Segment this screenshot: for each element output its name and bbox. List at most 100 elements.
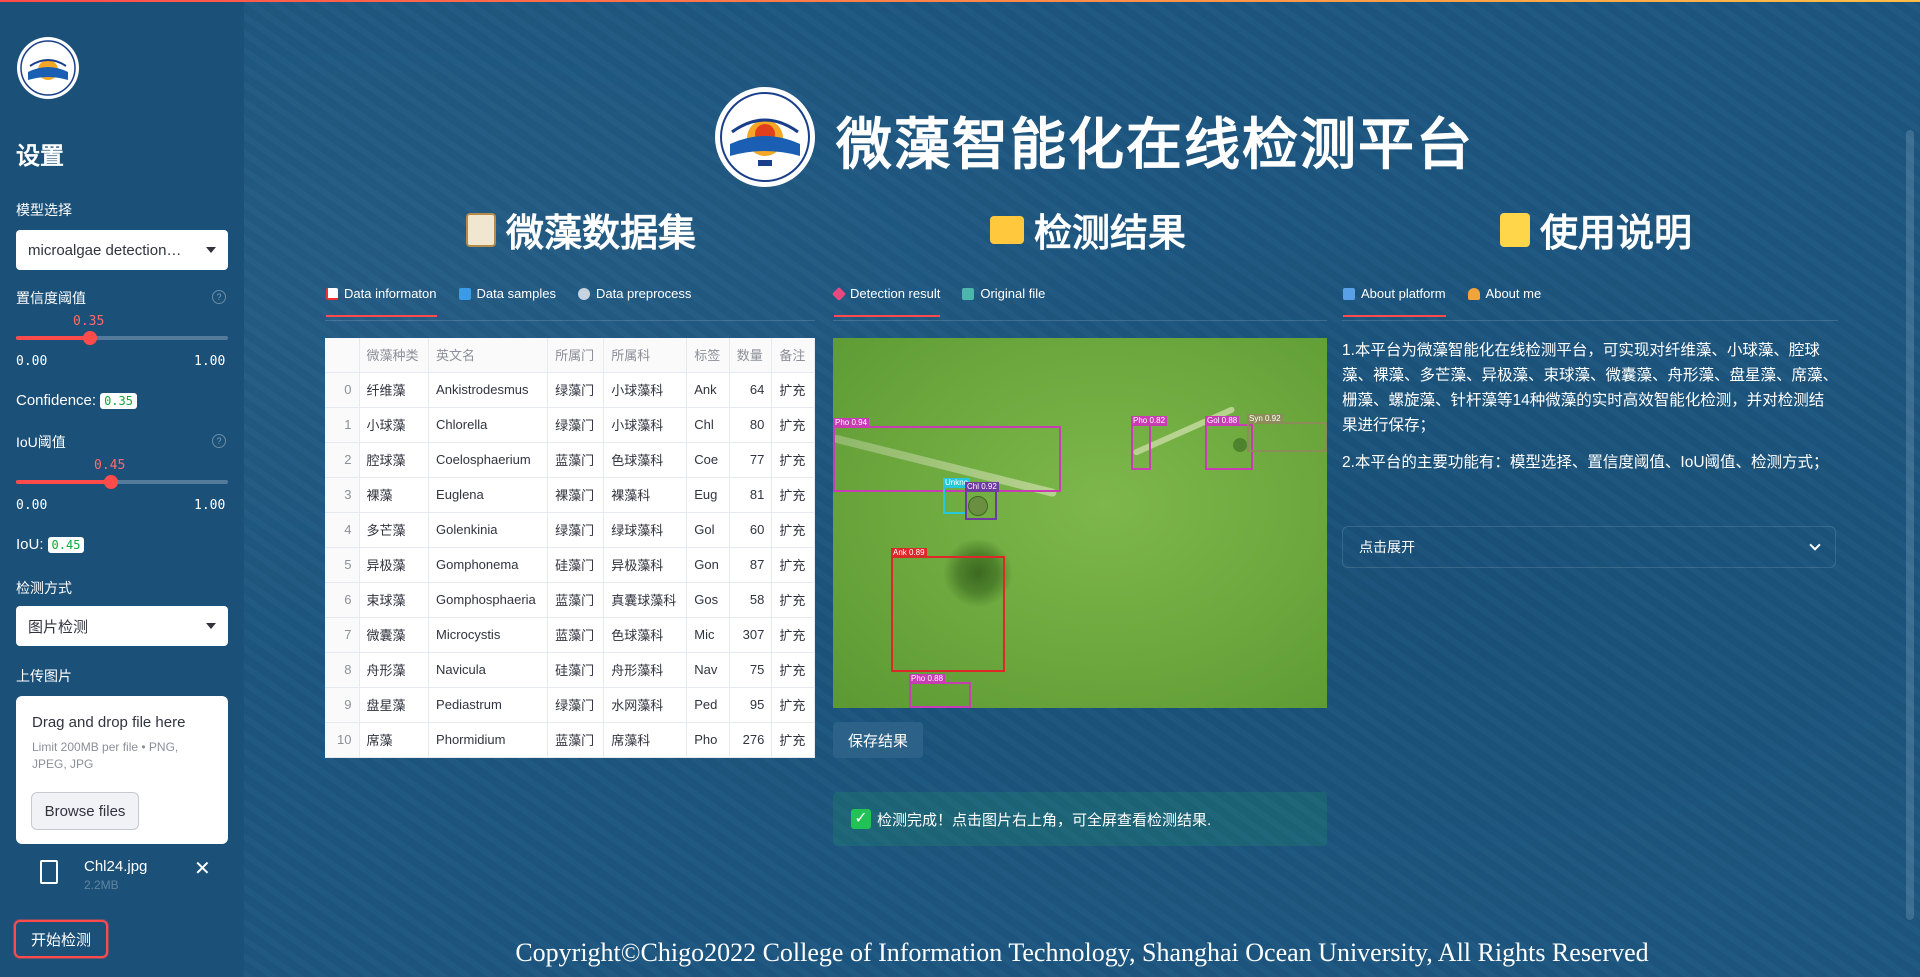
table-cell: Gol <box>686 512 730 548</box>
table-row[interactable]: 10 席藻 Phormidium 蓝藻门 席藻科 Pho 276 扩充 <box>325 722 815 758</box>
table-cell: 舟形藻科 <box>603 652 688 688</box>
browse-files-button[interactable]: Browse files <box>31 792 139 830</box>
tab-about-platform[interactable]: About platform <box>1343 286 1446 317</box>
computer-icon <box>1343 287 1355 300</box>
table-row[interactable]: 6 束球藻 Gomphosphaeria 蓝藻门 真囊球藻科 Gos 58 扩充 <box>325 582 815 618</box>
table-column-header[interactable]: 微藻种类 <box>359 338 430 373</box>
scrollbar[interactable] <box>1906 130 1914 920</box>
iou-slider[interactable] <box>16 475 228 489</box>
detection-box[interactable]: Syn 0.92 <box>1247 414 1327 452</box>
iou-slider-thumb[interactable] <box>104 475 119 489</box>
table-cell: 绿藻门 <box>547 407 605 443</box>
table-row[interactable]: 2 腔球藻 Coelosphaerium 蓝藻门 色球藻科 Coe 77 扩充 <box>325 442 815 478</box>
success-text: 检测完成！点击图片右上角，可全屏查看检测结果. <box>877 811 1212 829</box>
detection-label: Gol 0.88 <box>1205 416 1240 426</box>
table-cell: 蓝藻门 <box>547 442 605 478</box>
iou-label: IoU阈值 <box>16 434 66 450</box>
confidence-slider-fill <box>16 336 91 340</box>
dataset-table[interactable]: 微藻种类 英文名 所属门 所属科 标签 数量 备注 0 纤维藻 Ankistrodesmus 绿藻… <box>325 338 815 758</box>
table-body: 0 纤维藻 Ankistrodesmus 绿藻门 小球藻科 Ank 64 扩充 1 小球藻 Chlo… <box>325 372 815 758</box>
table-cell: 席藻科 <box>603 722 688 758</box>
table-cell: Phormidium <box>428 722 549 758</box>
file-uploader-dropzone[interactable]: Drag and drop file here Limit 200MB per … <box>16 696 228 844</box>
usage-tabs: About platform About me <box>1343 286 1541 317</box>
table-cell: 纤维藻 <box>359 372 430 408</box>
uploaded-file: Chl24.jpg 2.2MB ✕ <box>16 854 228 894</box>
table-header-row: 微藻种类 英文名 所属门 所属科 标签 数量 备注 <box>325 338 815 373</box>
notebook-icon <box>1500 212 1530 247</box>
table-row[interactable]: 5 异极藻 Gomphonema 硅藻门 异极藻科 Gon 87 扩充 <box>325 547 815 583</box>
confidence-slider-value: 0.35 <box>73 314 105 329</box>
table-cell: 绿藻门 <box>547 372 605 408</box>
table-cell: 色球藻科 <box>603 617 688 653</box>
table-cell: 真囊球藻科 <box>603 582 688 618</box>
tab-data-preprocess[interactable]: Data preprocess <box>577 286 692 317</box>
table-cell: 舟形藻 <box>359 652 430 688</box>
footer-copyright: Copyright©Chigo2022 College of Informati… <box>515 938 1649 967</box>
about-platform-text: 1.本平台为微藻智能化在线检测平台，可实现对纤维藻、小球藻、腔球藻、裸藻、多芒藻… <box>1342 338 1838 487</box>
iou-min: 0.00 <box>16 498 48 513</box>
table-cell: 0 <box>325 372 360 408</box>
table-cell: 蓝藻门 <box>547 617 605 653</box>
tab-divider <box>1342 320 1838 321</box>
help-icon[interactable]: ? <box>212 290 226 304</box>
table-cell: 扩充 <box>771 477 815 513</box>
table-cell: Gomphonema <box>428 547 549 583</box>
university-logo <box>16 36 80 100</box>
method-select-value: 图片检测 <box>28 618 89 636</box>
table-cell: 5 <box>325 547 360 583</box>
table-column-header[interactable]: 英文名 <box>428 338 549 373</box>
iou-badge: 0.45 <box>47 536 85 553</box>
table-row[interactable]: 9 盘星藻 Pediastrum 绿藻门 水网藻科 Ped 95 扩充 <box>325 687 815 723</box>
cube-icon <box>458 287 471 300</box>
table-cell: 绿藻门 <box>547 687 605 723</box>
table-row[interactable]: 8 舟形藻 Navicula 硅藻门 舟形藻科 Nav 75 扩充 <box>325 652 815 688</box>
tab-divider <box>325 320 815 321</box>
table-column-header[interactable]: 标签 <box>686 338 730 373</box>
table-cell: Microcystis <box>428 617 549 653</box>
table-row[interactable]: 4 多芒藻 Golenkinia 绿藻门 绿球藻科 Gol 60 扩充 <box>325 512 815 548</box>
table-column-header[interactable]: 所属科 <box>603 338 688 373</box>
confidence-slider-thumb[interactable] <box>83 331 98 345</box>
tab-data-samples[interactable]: Data samples <box>458 286 556 317</box>
save-result-button[interactable]: 保存结果 <box>833 722 923 758</box>
tab-label: Data informaton <box>344 286 437 301</box>
help-icon[interactable]: ? <box>212 434 226 448</box>
method-select[interactable]: 图片检测 <box>16 606 228 646</box>
expand-section[interactable]: 点击展开 <box>1342 526 1836 568</box>
tab-label: Detection result <box>850 286 941 301</box>
detection-box[interactable]: Chl 0.92 <box>965 482 999 520</box>
result-tabs: Detection result Original file <box>831 286 1045 317</box>
detection-box[interactable]: Pho 0.82 <box>1131 416 1168 470</box>
tab-detection-result[interactable]: Detection result <box>831 286 941 317</box>
table-column-header[interactable] <box>325 338 360 373</box>
detection-box[interactable]: Pho 0.88 <box>909 674 971 708</box>
table-column-header[interactable]: 备注 <box>771 338 815 373</box>
detection-box[interactable]: Gol 0.88 <box>1205 416 1253 470</box>
table-row[interactable]: 3 裸藻 Euglena 裸藻门 裸藻科 Eug 81 扩充 <box>325 477 815 513</box>
table-cell: 8 <box>325 652 360 688</box>
detection-box[interactable]: Ank 0.89 <box>891 548 1005 672</box>
tab-about-me[interactable]: About me <box>1467 286 1541 317</box>
detection-box[interactable]: Unkno <box>943 478 971 514</box>
model-select[interactable]: microalgae detection… <box>16 230 228 270</box>
table-cell: 蓝藻门 <box>547 582 605 618</box>
table-column-header[interactable]: 所属门 <box>547 338 605 373</box>
about-paragraph-2: 2.本平台的主要功能有：模型选择、置信度阈值、IoU阈值、检测方式； <box>1342 454 1829 471</box>
table-cell: 60 <box>729 512 773 548</box>
table-cell: Gos <box>686 582 730 618</box>
table-column-header[interactable]: 数量 <box>729 338 773 373</box>
table-row[interactable]: 7 微囊藻 Microcystis 蓝藻门 色球藻科 Mic 307 扩充 <box>325 617 815 653</box>
table-cell: Coelosphaerium <box>428 442 549 478</box>
table-row[interactable]: 0 纤维藻 Ankistrodesmus 绿藻门 小球藻科 Ank 64 扩充 <box>325 372 815 408</box>
close-icon[interactable]: ✕ <box>194 856 211 881</box>
tab-label: Data preprocess <box>595 286 692 301</box>
table-row[interactable]: 1 小球藻 Chlorella 绿藻门 小球藻科 Chl 80 扩充 <box>325 407 815 443</box>
detection-result-image[interactable]: Pho 0.94 Pho 0.82 Gol 0.88 Syn 0.92 Unkn… <box>833 338 1327 708</box>
start-detection-button[interactable]: 开始检测 <box>14 920 108 958</box>
confidence-slider[interactable] <box>16 331 228 345</box>
tab-original-file[interactable]: Original file <box>962 286 1045 317</box>
table-cell: 束球藻 <box>359 582 430 618</box>
tab-data-information[interactable]: Data informaton <box>326 286 437 317</box>
table-cell: Eug <box>686 477 730 513</box>
